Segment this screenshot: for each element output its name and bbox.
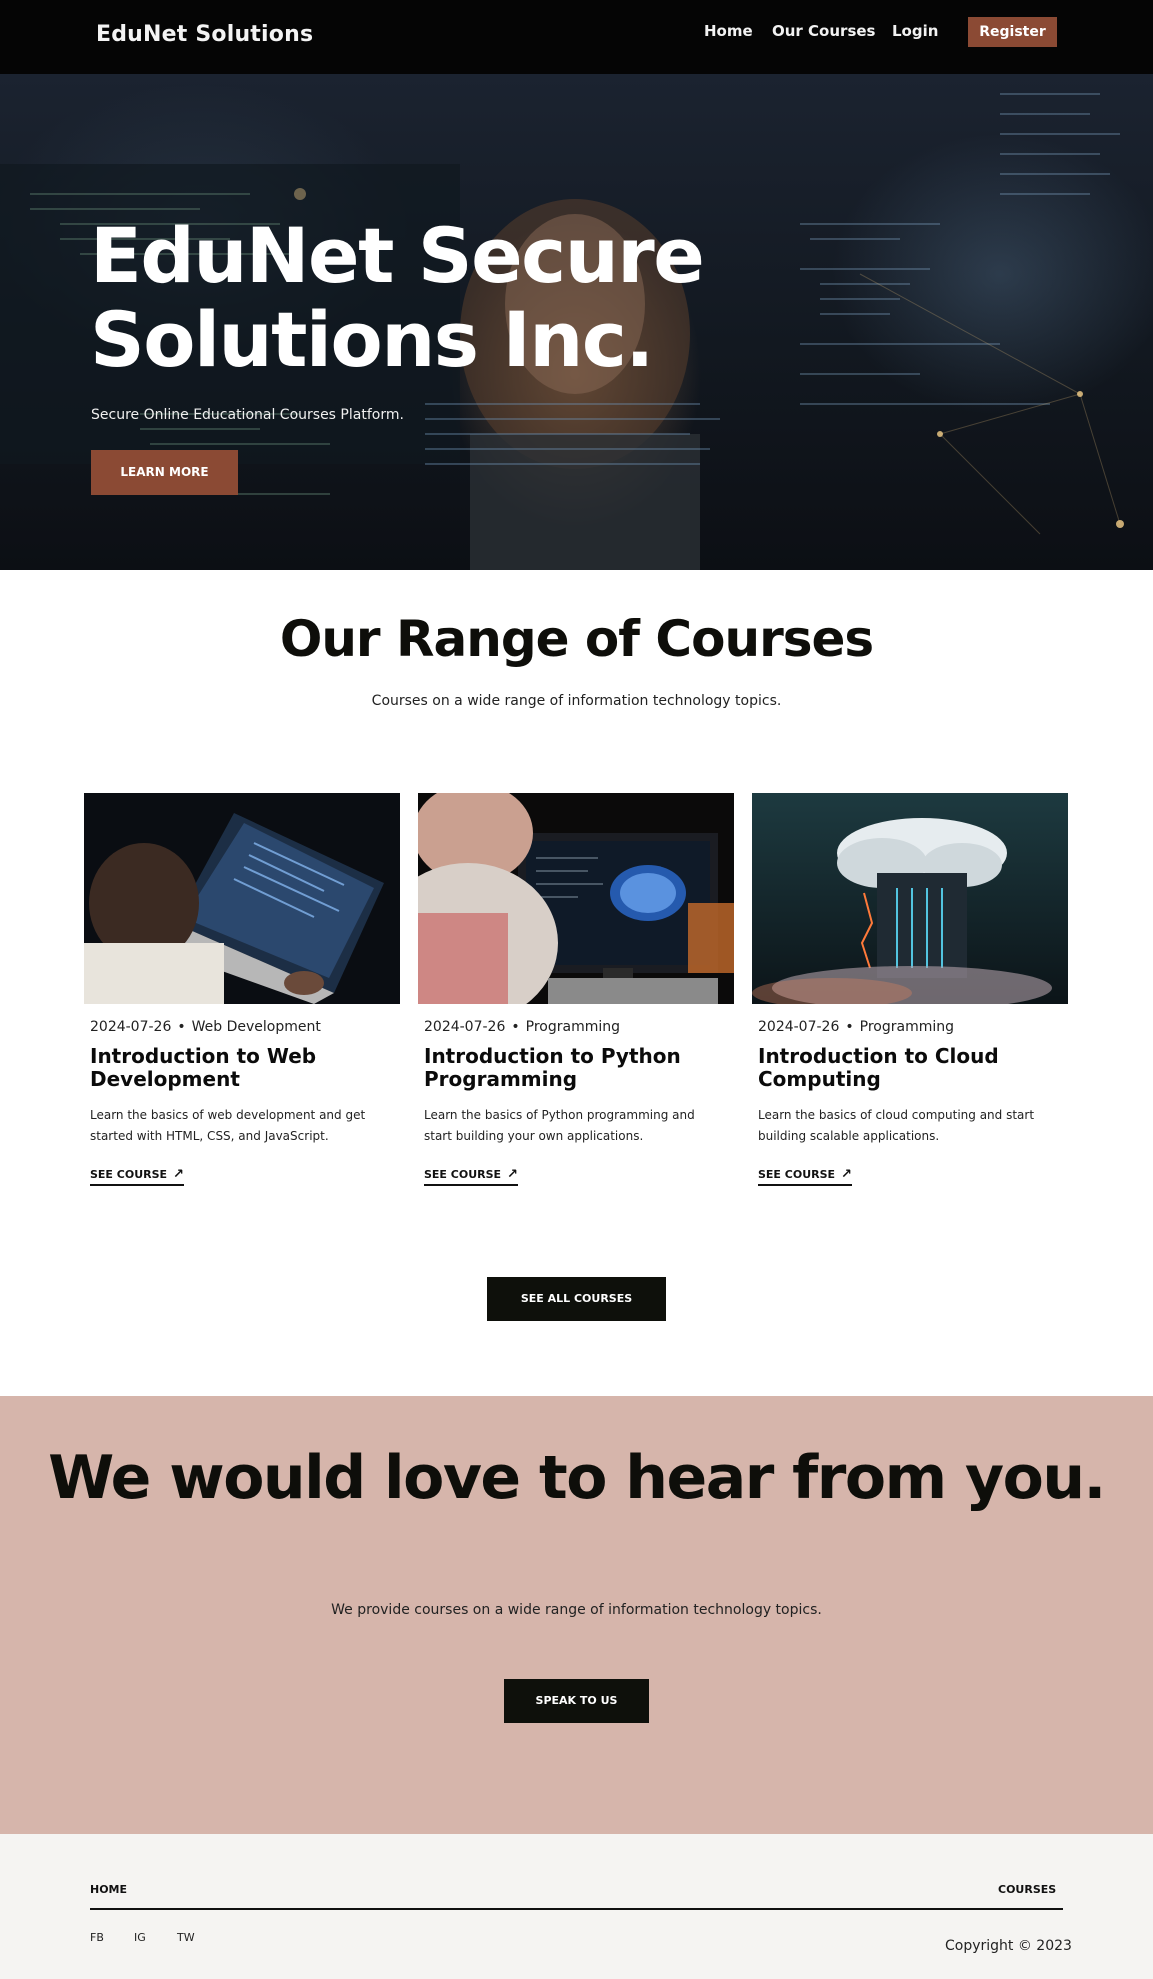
social-link-twitter[interactable]: TW (177, 1931, 195, 1944)
course-title[interactable]: Introduction to Web Development (90, 1045, 395, 1091)
course-description: Learn the basics of Python programming a… (424, 1108, 695, 1143)
top-navigation: EduNet Solutions Home Our Courses Login … (0, 0, 1153, 74)
course-date: 2024-07-26 (758, 1019, 840, 1035)
see-course-link[interactable]: SEE COURSE ↗ (424, 1167, 518, 1186)
course-image-python-programming[interactable] (418, 793, 734, 1004)
see-course-link[interactable]: SEE COURSE ↗ (90, 1167, 184, 1186)
course-meta: 2024-07-26 • Programming (424, 1019, 620, 1035)
courses-section-subtitle: Courses on a wide range of information t… (371, 693, 782, 709)
nav-link-login[interactable]: Login (892, 22, 938, 40)
course-card: 2024-07-26 • Programming Introduction to C… (752, 793, 1068, 1193)
course-category: Programming (859, 1019, 954, 1035)
social-link-facebook[interactable]: FB (90, 1931, 104, 1944)
course-meta: 2024-07-26 • Web Development (90, 1019, 321, 1035)
course-card: 2024-07-26 • Web Development Introduction … (84, 793, 400, 1193)
footer-divider (90, 1908, 1063, 1910)
contact-subtitle: We provide courses on a wide range of in… (331, 1602, 822, 1618)
see-course-label: SEE COURSE (90, 1168, 168, 1181)
arrow-up-right-icon: ↗ (841, 1167, 852, 1182)
course-card: 2024-07-26 • Programming Introduction to P… (418, 793, 734, 1193)
course-title[interactable]: Introduction to Cloud Computing (758, 1045, 1063, 1091)
course-title[interactable]: Introduction to Python Programming (424, 1045, 729, 1091)
course-date: 2024-07-26 (90, 1019, 172, 1035)
register-button[interactable]: Register (968, 17, 1057, 47)
hero-title: EduNet Secure Solutions Inc. (90, 211, 705, 384)
see-course-link[interactable]: SEE COURSE ↗ (758, 1167, 852, 1186)
see-all-courses-button[interactable]: SEE ALL COURSES (487, 1277, 666, 1321)
course-meta: 2024-07-26 • Programming (758, 1019, 954, 1035)
hero-section: EduNet Secure Solutions Inc. Secure Onli… (0, 74, 1153, 570)
course-image-cloud-computing[interactable] (752, 793, 1068, 1004)
nav-link-home[interactable]: Home (704, 22, 753, 40)
speak-to-us-button[interactable]: SPEAK TO US (504, 1679, 649, 1723)
learn-more-button[interactable]: LEARN MORE (91, 450, 238, 495)
footer-link-home[interactable]: HOME (90, 1883, 127, 1896)
contact-section: We would love to hear from you. We provi… (0, 1396, 1153, 1834)
social-link-instagram[interactable]: IG (134, 1931, 146, 1944)
hero-subtitle: Secure Online Educational Courses Platfo… (91, 407, 404, 423)
courses-section-title: Our Range of Courses (279, 610, 874, 668)
course-date: 2024-07-26 (424, 1019, 506, 1035)
brand-logo[interactable]: EduNet Solutions (96, 22, 313, 47)
see-course-label: SEE COURSE (758, 1168, 836, 1181)
arrow-up-right-icon: ↗ (173, 1167, 184, 1182)
copyright-text: Copyright © 2023 (945, 1938, 1072, 1954)
see-course-label: SEE COURSE (424, 1168, 502, 1181)
footer-link-courses[interactable]: COURSES (998, 1883, 1056, 1896)
course-image-web-development[interactable] (84, 793, 400, 1004)
contact-title: We would love to hear from you. (48, 1443, 1106, 1513)
course-description: Learn the basics of web development and … (90, 1108, 366, 1143)
course-category: Web Development (191, 1019, 321, 1035)
nav-link-our-courses[interactable]: Our Courses (772, 22, 875, 40)
arrow-up-right-icon: ↗ (507, 1167, 518, 1182)
course-description: Learn the basics of cloud computing and … (758, 1108, 1035, 1143)
course-category: Programming (525, 1019, 620, 1035)
footer: HOME COURSES FB IG TW Copyright © 2023 (0, 1834, 1153, 1979)
